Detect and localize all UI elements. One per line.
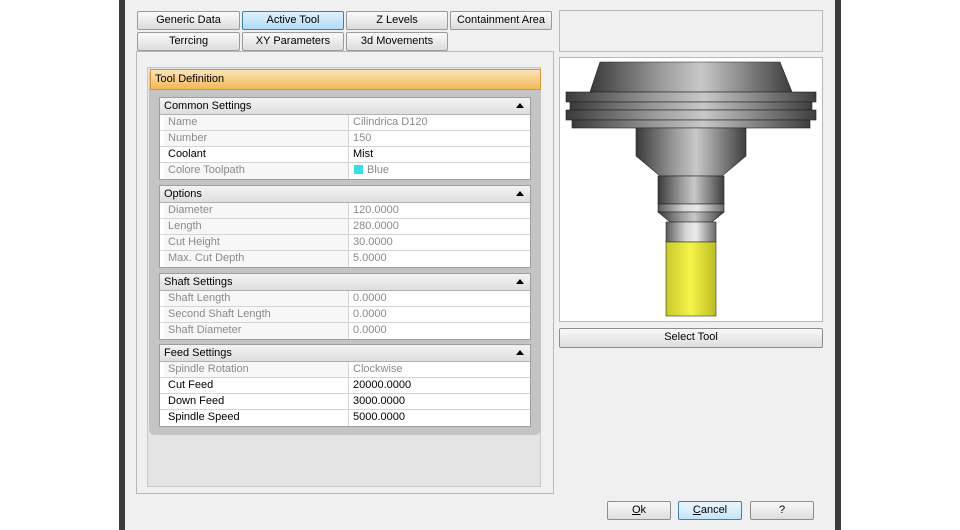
property-row-max-cut-depth: Max. Cut Depth 5.0000	[160, 251, 530, 267]
property-row-shaft-diameter: Shaft Diameter 0.0000	[160, 323, 530, 339]
cancel-mnemonic: C	[692, 504, 701, 516]
color-swatch-icon	[354, 165, 363, 174]
property-value: 5.0000	[353, 252, 387, 264]
property-label: Max. Cut Depth	[164, 251, 349, 267]
window-border-right	[835, 0, 841, 530]
property-label: Shaft Diameter	[164, 323, 349, 339]
property-label: Second Shaft Length	[164, 307, 349, 322]
property-row-cut-feed: Cut Feed 20000.0000	[160, 378, 530, 394]
tab-terrcing[interactable]: Terrcing	[137, 32, 240, 51]
property-value: Clockwise	[353, 363, 403, 375]
property-value: 120.0000	[353, 204, 399, 216]
property-label: Down Feed	[164, 394, 349, 409]
collapse-arrow-icon[interactable]	[516, 191, 524, 196]
tool-preview	[559, 57, 823, 322]
property-row-coolant: Coolant Mist	[160, 147, 530, 163]
property-value: 0.0000	[353, 324, 387, 336]
tab-active-tool[interactable]: Active Tool	[242, 11, 344, 30]
property-row-spindle-speed: Spindle Speed 5000.0000	[160, 410, 530, 426]
property-label: Spindle Rotation	[164, 362, 349, 377]
feed-settings-header[interactable]: Feed Settings	[160, 345, 530, 362]
cancel-rest: ancel	[700, 504, 728, 516]
collapse-arrow-icon[interactable]	[516, 103, 524, 108]
common-settings-header[interactable]: Common Settings	[160, 98, 530, 115]
cut-feed-field[interactable]: 20000.0000	[349, 378, 530, 393]
property-row-length: Length 280.0000	[160, 219, 530, 235]
property-label: Diameter	[164, 203, 349, 218]
options-section: Options Diameter 120.0000 Length 280.000…	[159, 185, 531, 268]
tab-xy-parameters[interactable]: XY Parameters	[242, 32, 344, 51]
shaft-settings-header[interactable]: Shaft Settings	[160, 274, 530, 291]
ok-mnemonic: O	[631, 504, 641, 516]
section-title: Shaft Settings	[164, 276, 233, 288]
section-title: Feed Settings	[164, 347, 232, 359]
tool-definition-header: Tool Definition	[150, 69, 541, 90]
property-label: Coolant	[164, 147, 349, 162]
coolant-field[interactable]: Mist	[349, 147, 530, 162]
color-name: Blue	[367, 164, 390, 176]
property-label: Colore Toolpath	[164, 163, 349, 179]
property-row-spindle-rotation: Spindle Rotation Clockwise	[160, 362, 530, 378]
help-button[interactable]: ?	[750, 501, 814, 520]
property-row-down-feed: Down Feed 3000.0000	[160, 394, 530, 410]
property-label: Spindle Speed	[164, 410, 349, 426]
property-row-shaft-length: Shaft Length 0.0000	[160, 291, 530, 307]
section-title: Options	[164, 188, 202, 200]
property-label: Name	[164, 115, 349, 130]
property-row-second-shaft-length: Second Shaft Length 0.0000	[160, 307, 530, 323]
property-label: Number	[164, 131, 349, 146]
property-value: 30.0000	[353, 236, 393, 248]
property-row-name: Name Cilindrica D120	[160, 115, 530, 131]
tab-z-levels[interactable]: Z Levels	[346, 11, 448, 30]
property-label: Cut Height	[164, 235, 349, 250]
property-value: 150	[353, 132, 372, 144]
info-box	[559, 10, 823, 52]
tool-dialog: Generic Data Active Tool Z Levels Contai…	[125, 0, 835, 530]
property-row-colore-toolpath: Colore Toolpath Blue	[160, 163, 530, 179]
select-tool-button[interactable]: Select Tool	[559, 328, 823, 348]
property-value: Cilindrica D120	[353, 116, 428, 128]
shaft-settings-section: Shaft Settings Shaft Length 0.0000 Secon…	[159, 273, 531, 340]
property-row-cut-height: Cut Height 30.0000	[160, 235, 530, 251]
tab-generic-data[interactable]: Generic Data	[137, 11, 240, 30]
property-value: Blue	[349, 163, 530, 179]
property-row-diameter: Diameter 120.0000	[160, 203, 530, 219]
tab-containment-area[interactable]: Containment Area	[450, 11, 552, 30]
tab-3d-movements[interactable]: 3d Movements	[346, 32, 448, 51]
feed-settings-section: Feed Settings Spindle Rotation Clockwise…	[159, 344, 531, 427]
spindle-speed-field[interactable]: 5000.0000	[349, 410, 530, 426]
collapse-arrow-icon[interactable]	[516, 279, 524, 284]
active-tool-panel: Tool Definition Common Settings Name Cil…	[136, 51, 554, 494]
section-title: Common Settings	[164, 100, 252, 112]
ok-button[interactable]: Ok	[607, 501, 671, 520]
property-row-number: Number 150	[160, 131, 530, 147]
common-settings-section: Common Settings Name Cilindrica D120 Num…	[159, 97, 531, 180]
down-feed-field[interactable]: 3000.0000	[349, 394, 530, 409]
property-value: 0.0000	[353, 292, 387, 304]
property-label: Cut Feed	[164, 378, 349, 393]
property-value: 0.0000	[353, 308, 387, 320]
cancel-button[interactable]: Cancel	[678, 501, 742, 520]
property-label: Shaft Length	[164, 291, 349, 306]
options-header[interactable]: Options	[160, 186, 530, 203]
milling-tool-icon	[565, 61, 817, 317]
collapse-arrow-icon[interactable]	[516, 350, 524, 355]
property-label: Length	[164, 219, 349, 234]
ok-rest: k	[640, 504, 647, 516]
property-value: 280.0000	[353, 220, 399, 232]
